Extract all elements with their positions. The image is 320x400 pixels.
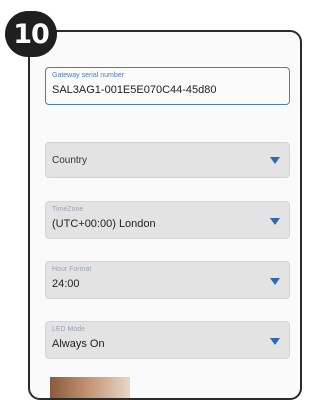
caret-down-icon (270, 338, 280, 345)
phone-frame: Gateway serial number SAL3AG1-001E5E070C… (28, 30, 302, 400)
photo-thumbnail (50, 377, 130, 398)
timezone-label: TimeZone (52, 206, 84, 213)
led-mode-value: Always On (52, 338, 105, 350)
gateway-serial-field[interactable]: Gateway serial number SAL3AG1-001E5E070C… (45, 67, 290, 105)
gateway-serial-value: SAL3AG1-001E5E070C44-45d80 (52, 84, 217, 96)
gateway-serial-label: Gateway serial number (52, 72, 124, 79)
hour-format-select[interactable]: Hour Format 24:00 (45, 261, 290, 299)
hour-format-label: Hour Format (52, 266, 92, 273)
timezone-value: (UTC+00:00) London (52, 218, 156, 230)
caret-down-icon (270, 278, 280, 285)
caret-down-icon (270, 218, 280, 225)
led-mode-select[interactable]: LED Mode Always On (45, 321, 290, 359)
country-select[interactable]: Country (45, 142, 290, 178)
led-mode-label: LED Mode (52, 326, 86, 333)
step-number-badge: 10 (5, 11, 57, 57)
timezone-select[interactable]: TimeZone (UTC+00:00) London (45, 201, 290, 239)
country-placeholder: Country (52, 155, 88, 166)
caret-down-icon (270, 157, 280, 164)
hour-format-value: 24:00 (52, 278, 80, 290)
